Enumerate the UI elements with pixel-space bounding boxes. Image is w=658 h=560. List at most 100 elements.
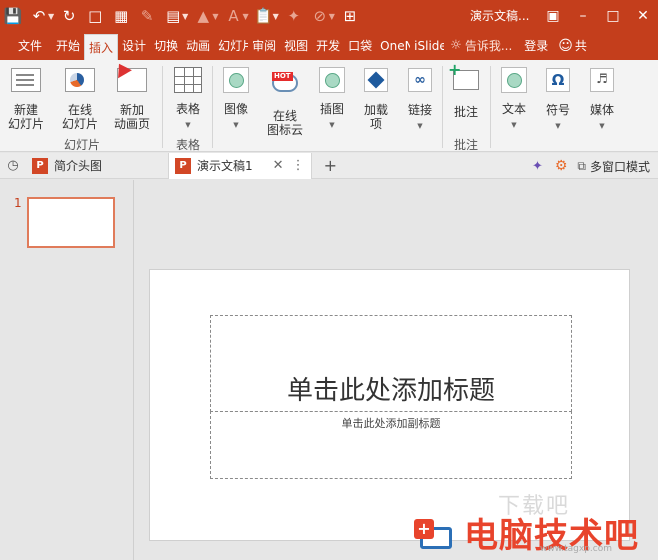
tab-home[interactable]: 开始 [52,32,84,60]
save-icon[interactable]: 💾 [0,0,26,32]
comment-label: 批注 [453,105,478,119]
group-label-tables: 表格 [175,138,200,152]
subtitle-placeholder-text: 单击此处添加副标题 [341,417,441,430]
shape-dropdown-icon[interactable]: ▼ [329,12,335,21]
fill-dropdown-icon[interactable]: ▼ [212,12,218,21]
login-button[interactable]: 登录 [524,32,548,60]
tab-design[interactable]: 设计 [118,32,150,60]
close-tab-icon[interactable]: ✕ [273,158,284,173]
maximize-icon[interactable]: □ [598,0,628,32]
align-dropdown-icon[interactable]: ▼ [182,12,188,21]
new-anim-label-2: 动画页 [113,117,150,131]
tab-transitions[interactable]: 切换 [150,32,182,60]
doc-tab-intro[interactable]: P 简介头图 [26,153,108,179]
magic-wand-icon[interactable]: ✦ [532,159,543,174]
redo-icon[interactable]: ↻ [56,0,82,32]
undo-dropdown-icon[interactable]: ▼ [48,12,54,21]
tab-developer[interactable]: 开发 [312,32,344,60]
tab-onenote[interactable]: OneNote [376,32,410,60]
addins-label-1: 加载 [363,103,388,117]
ribbon-separator [162,66,163,148]
online-slide-icon [64,68,96,100]
online-slide-button[interactable]: 在线 幻灯片 [54,64,106,131]
eyedropper-icon[interactable]: ✎ [134,0,160,32]
subtitle-placeholder[interactable]: 单击此处添加副标题 [210,411,572,479]
comment-icon: + [448,62,482,102]
slide-thumbnail-pane: 1 [0,180,134,560]
share-label: 共 [574,39,587,53]
tab-animations[interactable]: 动画 [182,32,214,60]
doc-tab-presentation1[interactable]: P 演示文稿1 ✕ ⋮ [168,152,312,179]
text-icon [498,67,530,99]
tab-islide[interactable]: iSlide [410,32,444,60]
illustration-button[interactable]: 插图 ▼ [312,64,352,132]
slide-number: 1 [14,196,22,210]
powerpoint-icon: P [32,157,48,174]
addins-button[interactable]: 加载 项 [356,64,396,131]
grid-icon[interactable]: ▦ [108,0,134,32]
tell-me-label: 告诉我... [464,39,513,53]
online-slide-label-2: 幻灯片 [61,117,98,131]
symbol-button[interactable]: Ω 符号 ▼ [538,64,578,133]
image-caret-icon: ▼ [233,121,239,129]
online-slide-label-1: 在线 [67,103,92,117]
brush-icon[interactable]: ✦ [281,0,307,32]
title-bar: 💾 ↶ ▼ ↻ □ ▦ ✎ ▤ ▼ ▲ ▼ A ▼ 📋 ▼ ✦ ⊘ ▼ ⊞ 演示文稿... … [0,0,658,32]
window-icon: ⧉ [577,158,586,173]
ribbon-display-icon[interactable]: ▣ [538,0,568,32]
new-anim-page-button[interactable]: 新加 动画页 [106,64,158,131]
link-label: 链接 [407,103,432,117]
minimize-icon[interactable]: – [568,0,598,32]
title-placeholder-text: 单击此处添加标题 [286,376,495,406]
tab-insert[interactable]: 插入 [84,34,119,60]
multi-window-button[interactable]: ⧉ 多窗口模式 [577,158,650,175]
doc-tabs-right: ✦ ⚙ ⧉ 多窗口模式 [532,153,650,179]
new-slide-button[interactable]: 新建 幻灯片 [4,64,48,131]
paste-dropdown-icon[interactable]: ▼ [273,12,279,21]
slide-thumbnail[interactable] [27,197,115,248]
new-slide-label-2: 幻灯片 [7,117,44,131]
new-slide-label-1: 新建 [13,103,38,117]
media-button[interactable]: ♬ 媒体 ▼ [582,64,622,133]
person-icon: ☺ [558,38,573,54]
text-button[interactable]: 文本 ▼ [494,64,534,132]
tab-file[interactable]: 文件 [10,32,52,60]
new-tab-icon[interactable]: + [324,156,337,175]
tab-view[interactable]: 视图 [280,32,312,60]
image-button[interactable]: 图像 ▼ [216,64,256,132]
symbol-caret-icon: ▼ [555,122,561,130]
ribbon-separator [442,66,443,148]
online-icon-cloud-button[interactable]: HOT 在线 图标云 [262,64,308,137]
table-icon [172,67,204,99]
link-icon: ∞ [404,68,436,100]
image-icon [220,67,252,99]
table-caret-icon: ▼ [185,121,191,129]
image-label: 图像 [223,102,248,116]
tab-pocket[interactable]: 口袋 [344,32,376,60]
powerpoint-icon: P [175,157,192,174]
new-doc-icon[interactable]: □ [82,0,108,32]
more-icon[interactable]: ⋮ [292,158,305,173]
font-color-dropdown-icon[interactable]: ▼ [242,12,248,21]
icon-cloud-icon: HOT [269,72,301,106]
table-button[interactable]: 表格 ▼ [168,64,208,132]
document-title: 演示文稿... [470,9,530,23]
gear-icon[interactable]: ⚙ [555,158,568,174]
omega-icon: Ω [542,68,574,100]
crop-icon[interactable]: ⊞ [337,0,363,32]
addins-label-2: 项 [369,117,382,131]
close-icon[interactable]: ✕ [628,0,658,32]
icon-cloud-label-2: 图标云 [266,123,303,137]
tell-me-box[interactable]: ☼ 告诉我... [450,32,512,60]
tab-slideshow[interactable]: 幻灯片 [214,32,248,60]
link-button[interactable]: ∞ 链接 ▼ [400,64,440,133]
comment-button[interactable]: + 批注 [446,62,486,119]
clock-icon[interactable]: ◷ [0,153,26,179]
text-caret-icon: ▼ [511,121,517,129]
title-placeholder[interactable]: 单击此处添加标题 [210,315,572,412]
symbol-label: 符号 [545,103,570,117]
speaker-icon: ♬ [586,68,618,100]
tab-review[interactable]: 审阅 [248,32,280,60]
group-label-comments: 批注 [453,138,478,152]
share-button[interactable]: ☺ 共 [558,32,587,60]
